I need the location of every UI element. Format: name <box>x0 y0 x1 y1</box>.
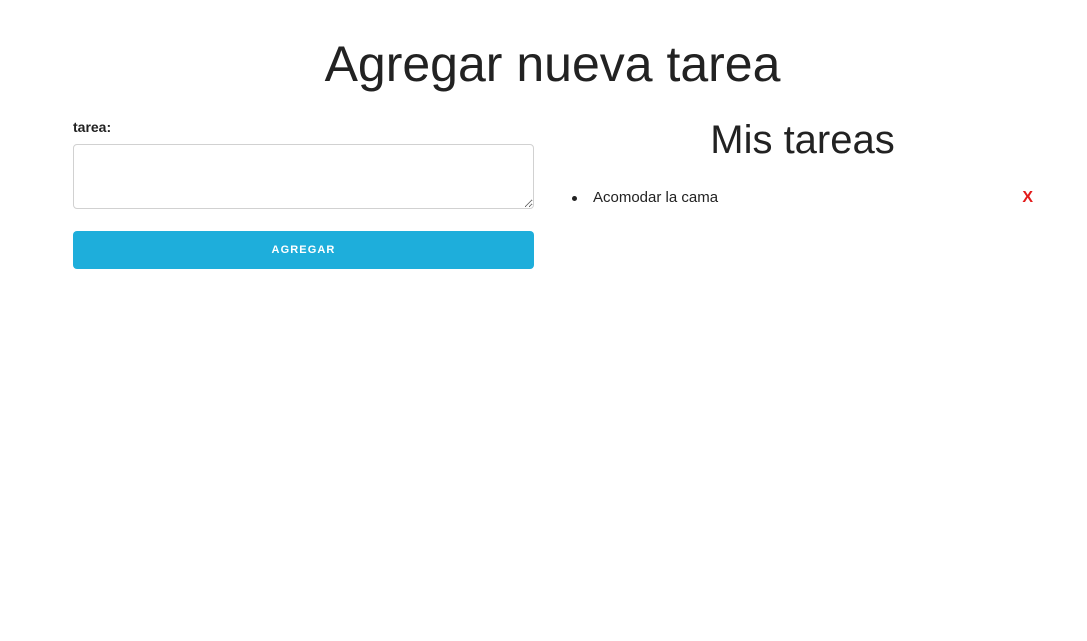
task-item-content: Acomodar la cama <box>570 185 718 211</box>
delete-task-button[interactable]: X <box>1022 185 1033 211</box>
task-item: Acomodar la cama X <box>570 185 1035 211</box>
task-item-text: Acomodar la cama <box>593 189 719 206</box>
page: Agregar nueva tarea tarea: AGREGAR Mis t… <box>0 0 1087 641</box>
tasks-panel: Mis tareas Acomodar la cama X <box>570 115 1035 211</box>
add-task-button[interactable]: AGREGAR <box>73 231 534 269</box>
task-textarea[interactable] <box>73 144 534 209</box>
task-label: tarea: <box>73 119 112 135</box>
new-task-form: tarea: AGREGAR <box>73 117 534 269</box>
tasks-title: Mis tareas <box>710 118 895 162</box>
page-title: Agregar nueva tarea <box>324 36 781 92</box>
task-list: Acomodar la cama X <box>570 185 1035 211</box>
bullet-icon <box>572 195 577 201</box>
